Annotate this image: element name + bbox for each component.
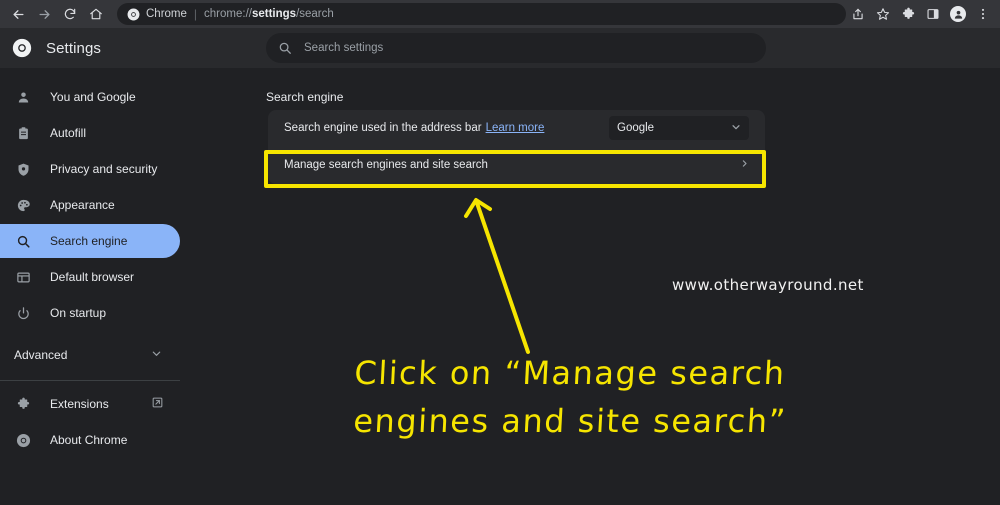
extensions-puzzle-icon (901, 7, 916, 22)
chevron-down-icon (731, 122, 741, 135)
external-link-icon (151, 396, 164, 412)
clipboard-icon (14, 124, 32, 142)
power-icon (14, 304, 32, 322)
sidebar-item-appearance[interactable]: Appearance (0, 188, 180, 222)
sidebar-item-label: Default browser (50, 270, 135, 284)
sidebar-item-label: About Chrome (50, 433, 128, 447)
sidebar-item-label: On startup (50, 306, 107, 320)
section-title: Search engine (266, 90, 344, 104)
forward-button[interactable] (32, 2, 56, 26)
sidebar-item-label: Privacy and security (50, 162, 158, 176)
profile-button[interactable] (946, 2, 970, 26)
home-icon (89, 7, 103, 21)
reload-button[interactable] (58, 2, 82, 26)
sidebar-item-label: Appearance (50, 198, 115, 212)
back-button[interactable] (6, 2, 30, 26)
row-label: Search engine used in the address bar (284, 122, 482, 134)
browser-window-icon (14, 268, 32, 286)
chevron-right-icon (740, 159, 749, 171)
omnibox-url: chrome://settings/search (204, 8, 334, 20)
sidebar-item-label: Extensions (50, 397, 109, 411)
search-settings-input[interactable]: Search settings (266, 33, 766, 63)
sidebar-item-on-startup[interactable]: On startup (0, 296, 180, 330)
settings-sidebar: You and Google Autofill Privacy and secu… (0, 68, 180, 505)
sidebar-item-label: Autofill (50, 126, 87, 140)
sidebar-item-extensions[interactable]: Extensions (0, 387, 180, 421)
page-title: Settings (46, 39, 101, 57)
sidebar-item-autofill[interactable]: Autofill (0, 116, 180, 150)
search-engine-card: Search engine used in the address bar Le… (268, 110, 765, 184)
search-engine-select-value: Google (617, 122, 655, 134)
person-icon (14, 88, 32, 106)
omnibox-separator: | (193, 7, 198, 21)
row-label: Manage search engines and site search (284, 159, 488, 171)
share-icon (851, 7, 865, 21)
sidebar-item-search-engine[interactable]: Search engine (0, 224, 180, 258)
omnibox-url-bold: settings (251, 8, 297, 20)
address-bar[interactable]: Chrome | chrome://settings/search (117, 3, 846, 25)
toolbar-right-icons (846, 2, 1000, 26)
omnibox-url-suffix: /search (296, 8, 334, 20)
profile-avatar-icon (950, 6, 966, 22)
back-arrow-icon (11, 7, 26, 22)
palette-icon (14, 196, 32, 214)
search-icon (278, 41, 292, 55)
chevron-down-icon (151, 348, 162, 362)
omnibox-chip-label: Chrome (146, 8, 187, 20)
reload-icon (63, 7, 77, 21)
sidebar-advanced-label: Advanced (14, 348, 68, 362)
sidebar-divider (0, 380, 180, 381)
browser-toolbar: Chrome | chrome://settings/search (0, 0, 1000, 28)
puzzle-icon (14, 395, 32, 413)
bookmark-star-icon (876, 7, 890, 21)
share-button[interactable] (846, 2, 870, 26)
extensions-button[interactable] (896, 2, 920, 26)
navigation-buttons (0, 2, 108, 26)
learn-more-link[interactable]: Learn more (486, 122, 545, 134)
sidebar-item-label: You and Google (50, 90, 136, 104)
manage-search-engines-row[interactable]: Manage search engines and site search (268, 146, 765, 184)
side-panel-button[interactable] (921, 2, 945, 26)
sidebar-item-privacy-and-security[interactable]: Privacy and security (0, 152, 180, 186)
shield-icon (14, 160, 32, 178)
three-dot-menu-icon (976, 7, 990, 21)
side-panel-icon (926, 7, 940, 21)
sidebar-item-label: Search engine (50, 234, 128, 248)
sidebar-item-default-browser[interactable]: Default browser (0, 260, 180, 294)
sidebar-item-you-and-google[interactable]: You and Google (0, 80, 180, 114)
sidebar-item-about-chrome[interactable]: About Chrome (0, 423, 180, 457)
settings-header: Settings Search settings (0, 28, 1000, 68)
search-engine-address-bar-row: Search engine used in the address bar Le… (268, 110, 765, 146)
sidebar-item-advanced[interactable]: Advanced (0, 338, 180, 372)
magnifier-icon (14, 232, 32, 250)
home-button[interactable] (84, 2, 108, 26)
forward-arrow-icon (37, 7, 52, 22)
chrome-menu-button[interactable] (971, 2, 995, 26)
bookmark-button[interactable] (871, 2, 895, 26)
search-placeholder: Search settings (304, 42, 384, 54)
chrome-logo-icon (12, 38, 32, 58)
omnibox-url-prefix: chrome:// (204, 8, 252, 20)
chrome-logo-icon (14, 431, 32, 449)
search-engine-select[interactable]: Google (609, 116, 749, 140)
settings-content: Search engine Search engine used in the … (180, 68, 1000, 505)
chrome-logo-icon (127, 8, 140, 21)
